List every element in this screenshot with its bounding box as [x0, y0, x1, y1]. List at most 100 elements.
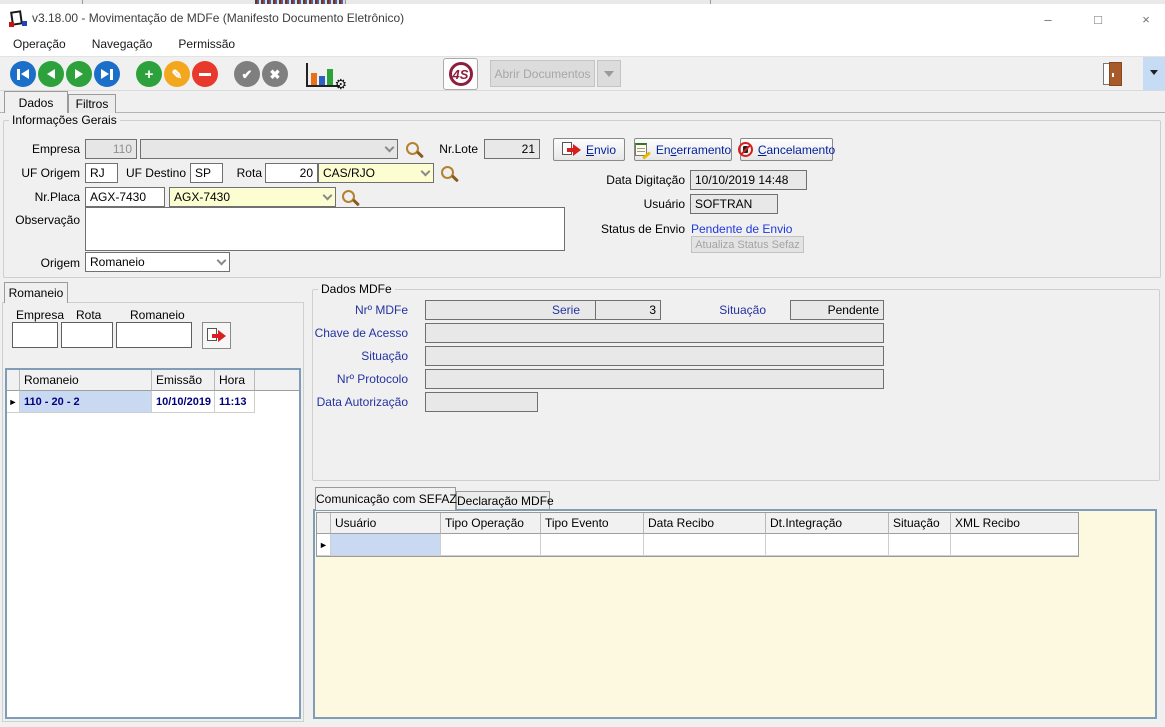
- situacao2-label: Situação: [310, 346, 408, 366]
- tab-declaracao-mdfe[interactable]: Declaração MDFe: [456, 491, 550, 510]
- last-record-icon: [101, 69, 109, 79]
- nr-placa-label: Nr.Placa: [10, 187, 80, 207]
- pencil-icon: ✎: [172, 68, 183, 81]
- tab-romaneio[interactable]: Romaneio: [4, 282, 68, 303]
- toolbar-overflow-button[interactable]: [1143, 57, 1165, 90]
- confirm-button[interactable]: ✔: [234, 61, 260, 87]
- menu-permissao[interactable]: Permissão: [165, 32, 248, 57]
- send-document-icon: [207, 328, 226, 343]
- chave-acesso-field[interactable]: [425, 323, 884, 343]
- cell-data-recibo[interactable]: [644, 534, 766, 556]
- romaneio-empresa-input[interactable]: [12, 322, 58, 348]
- romaneio-romaneio-input[interactable]: [116, 322, 192, 348]
- app-icon: [9, 11, 27, 27]
- gear-icon: ⚙: [334, 76, 347, 93]
- previous-record-icon: [47, 69, 55, 79]
- prohibited-icon: [738, 142, 753, 157]
- observacao-textarea[interactable]: [85, 207, 565, 251]
- data-autorizacao-label: Data Autorização: [300, 392, 408, 412]
- chart-settings-button[interactable]: ⚙: [306, 63, 340, 87]
- origem-combo[interactable]: Romaneio: [85, 252, 230, 272]
- minimize-button[interactable]: –: [1033, 8, 1063, 30]
- application-window: v3.18.00 - Movimentação de MDFe (Manifes…: [0, 0, 1165, 727]
- open-documents-button[interactable]: Abrir Documentos: [490, 60, 595, 87]
- nr-lote-label: Nr.Lote: [430, 139, 478, 159]
- nr-lote-field[interactable]: 21: [484, 139, 540, 159]
- nr-protocolo-label: Nrº Protocolo: [310, 369, 408, 389]
- check-icon: ✔: [242, 68, 253, 81]
- last-record-button[interactable]: [94, 61, 120, 87]
- tab-comunicacao-sefaz[interactable]: Comunicação com SEFAZ: [315, 487, 456, 510]
- maximize-button[interactable]: □: [1083, 8, 1113, 30]
- group-title: Informações Gerais: [9, 113, 120, 127]
- rota-combo[interactable]: CAS/RJO: [318, 163, 434, 183]
- cell-xml-recibo[interactable]: [951, 534, 1078, 556]
- exit-button[interactable]: [1096, 59, 1130, 89]
- cell-usuario[interactable]: [331, 534, 441, 556]
- open-documents-dropdown[interactable]: [597, 60, 621, 87]
- first-record-button[interactable]: [10, 61, 36, 87]
- cell-situacao[interactable]: [889, 534, 951, 556]
- edit-button[interactable]: ✎: [164, 61, 190, 87]
- x-icon: ✖: [270, 68, 281, 81]
- col-usuario: Usuário: [331, 513, 441, 534]
- cell-emissao[interactable]: 10/10/2019: [152, 391, 215, 413]
- brand-4s-button[interactable]: 4S: [443, 58, 478, 90]
- data-autorizacao-field[interactable]: [425, 392, 538, 412]
- cancelamento-button[interactable]: Cancelamento: [740, 138, 833, 161]
- previous-record-button[interactable]: [38, 61, 64, 87]
- nr-placa-combo[interactable]: AGX-7430: [169, 187, 336, 207]
- uf-destino-label: UF Destino: [124, 163, 186, 183]
- menu-navegacao[interactable]: Navegação: [79, 32, 166, 57]
- nr-placa-field[interactable]: AGX-7430: [85, 187, 165, 207]
- situacao-label: Situação: [700, 300, 766, 320]
- observacao-label: Observação: [10, 210, 80, 230]
- row-indicator-icon: ►: [7, 391, 20, 413]
- empresa-search-icon[interactable]: [406, 142, 419, 155]
- atualiza-status-sefaz-button[interactable]: Atualiza Status Sefaz: [691, 236, 804, 253]
- chevron-down-icon: [421, 166, 431, 176]
- next-record-button[interactable]: [66, 61, 92, 87]
- romaneio-rota-input[interactable]: [61, 322, 113, 348]
- romaneio-export-button[interactable]: [202, 322, 231, 349]
- tab-filtros[interactable]: Filtros: [68, 94, 116, 113]
- data-digitacao-field[interactable]: 10/10/2019 14:48: [690, 170, 807, 190]
- menu-bar: Operação Navegação Permissão: [0, 32, 1165, 57]
- uf-destino-field[interactable]: SP: [190, 163, 223, 183]
- empresa-combo[interactable]: [140, 139, 398, 159]
- close-button[interactable]: ×: [1131, 8, 1161, 30]
- status-envio-label: Status de Envio: [585, 219, 685, 239]
- col-hora: Hora: [215, 370, 255, 391]
- usuario-label: Usuário: [595, 194, 685, 214]
- add-button[interactable]: +: [136, 61, 162, 87]
- rota-code-field[interactable]: 20: [265, 163, 318, 183]
- menu-operacao[interactable]: Operação: [0, 32, 79, 57]
- cell-hora[interactable]: 11:13: [215, 391, 255, 413]
- exit-door-icon: [1103, 63, 1123, 85]
- rota-search-icon[interactable]: [441, 166, 454, 179]
- tab-dados[interactable]: Dados: [4, 91, 68, 113]
- delete-button[interactable]: [192, 61, 218, 87]
- nr-mdfe-field[interactable]: [425, 300, 608, 320]
- uf-origem-field[interactable]: RJ: [85, 163, 118, 183]
- nr-mdfe-label: Nrº MDFe: [318, 300, 408, 320]
- placa-search-icon[interactable]: [342, 190, 355, 203]
- serie-field[interactable]: 3: [595, 300, 661, 320]
- nr-protocolo-field[interactable]: [425, 369, 884, 389]
- empresa-field[interactable]: 110: [85, 139, 137, 159]
- encerramento-button[interactable]: Encerramento: [634, 138, 732, 161]
- rota-label: Rota: [224, 163, 262, 183]
- cell-tipo-operacao[interactable]: [441, 534, 541, 556]
- cell-tipo-evento[interactable]: [541, 534, 644, 556]
- serie-label: Serie: [520, 300, 580, 320]
- envio-button[interactable]: Envio: [553, 138, 625, 161]
- situacao2-field[interactable]: [425, 346, 884, 366]
- cell-dt-integracao[interactable]: [766, 534, 889, 556]
- situacao-field[interactable]: Pendente: [790, 300, 884, 320]
- usuario-field[interactable]: SOFTRAN: [690, 194, 778, 214]
- chevron-down-icon: [323, 190, 333, 200]
- col-tipo-operacao: Tipo Operação: [441, 513, 541, 534]
- cell-romaneio[interactable]: 110 - 20 - 2: [20, 391, 152, 413]
- col-romaneio: Romaneio: [20, 370, 152, 391]
- cancel-button[interactable]: ✖: [262, 61, 288, 87]
